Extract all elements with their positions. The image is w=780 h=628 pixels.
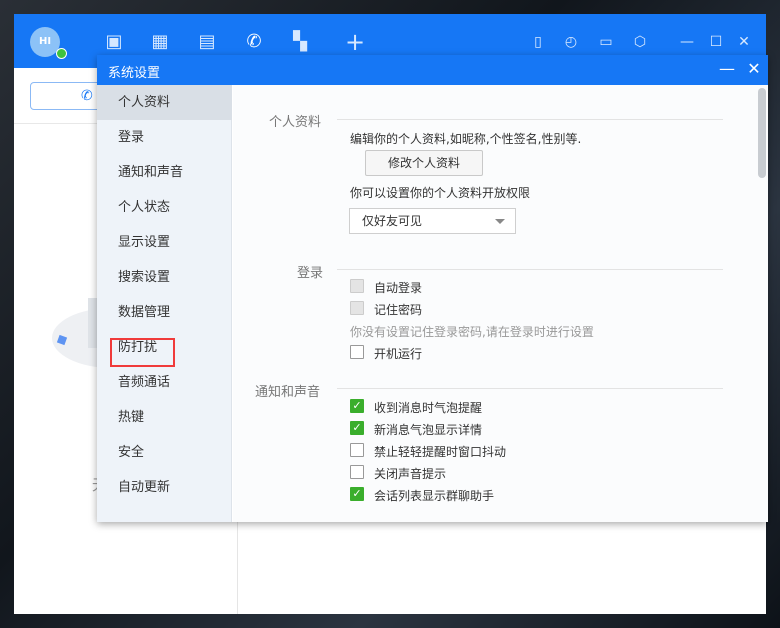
sidebar-item-login[interactable]: 登录	[97, 120, 232, 155]
sidebar-item-security[interactable]: 安全	[97, 435, 232, 470]
divider	[337, 388, 723, 389]
history-icon[interactable]: ◴	[562, 33, 580, 51]
startup-label: 开机运行	[374, 347, 423, 361]
option-label: 新消息气泡显示详情	[374, 423, 483, 437]
profile-desc: 编辑你的个人资料,如昵称,个性签名,性别等.	[350, 132, 582, 146]
login-hint: 你没有设置记住登录密码,请在登录时进行设置	[350, 325, 594, 339]
permission-select[interactable]: 仅好友可见	[349, 208, 516, 234]
permission-value: 仅好友可见	[362, 214, 423, 228]
edit-profile-button[interactable]: 修改个人资料	[365, 150, 483, 176]
calendar-icon[interactable]: ▦	[148, 30, 172, 54]
dialog-title: 系统设置	[108, 66, 161, 81]
sidebar-item-notify[interactable]: 通知和声音	[97, 155, 232, 190]
section-login: 登录	[297, 266, 324, 281]
divider	[337, 119, 723, 120]
sidebar-item-display[interactable]: 显示设置	[97, 225, 232, 260]
scrollbar[interactable]	[758, 88, 766, 178]
maximize-icon[interactable]: ☐	[707, 33, 725, 51]
sidebar-item-audio[interactable]: 音频通话	[97, 365, 232, 400]
bubble-detail-checkbox[interactable]: ✓	[350, 421, 364, 435]
remember-password-checkbox[interactable]	[350, 301, 364, 315]
mute-sound-checkbox[interactable]	[350, 465, 364, 479]
settings-content: 个人资料 编辑你的个人资料,如昵称,个性签名,性别等. 修改个人资料 你可以设置…	[233, 85, 768, 522]
online-status-icon	[56, 48, 67, 59]
close-icon[interactable]: ✕	[744, 59, 764, 79]
phone-icon[interactable]: ✆	[242, 30, 266, 54]
group-assistant-checkbox[interactable]: ✓	[350, 487, 364, 501]
sidebar-item-status[interactable]: 个人状态	[97, 190, 232, 225]
permission-label: 你可以设置你的个人资料开放权限	[350, 186, 531, 200]
add-icon[interactable]: +	[343, 30, 367, 54]
bookmark-icon[interactable]: ▯	[529, 33, 547, 51]
minimize-icon[interactable]: —	[678, 33, 696, 51]
option-label: 关闭声音提示	[374, 467, 447, 481]
dialog-titlebar: 系统设置 — ✕	[97, 55, 768, 85]
startup-checkbox[interactable]	[350, 345, 364, 359]
remember-password-label: 记住密码	[374, 303, 423, 317]
contacts-icon[interactable]: ▤	[195, 30, 219, 54]
sidebar-item-hotkey[interactable]: 热键	[97, 400, 232, 435]
settings-dialog: 系统设置 — ✕ 个人资料 登录 通知和声音 个人状态 显示设置 搜索设置 数据…	[97, 55, 768, 522]
apps-icon[interactable]: ▚	[288, 30, 312, 54]
bubble-alert-checkbox[interactable]: ✓	[350, 399, 364, 413]
no-shake-checkbox[interactable]	[350, 443, 364, 457]
chevron-down-icon	[495, 219, 505, 224]
minimize-icon[interactable]: —	[717, 59, 737, 79]
highlight-box	[110, 338, 175, 367]
sidebar-item-data[interactable]: 数据管理	[97, 295, 232, 330]
section-notify: 通知和声音	[255, 385, 321, 400]
sidebar-item-search[interactable]: 搜索设置	[97, 260, 232, 295]
option-label: 收到消息时气泡提醒	[374, 401, 483, 415]
sidebar-item-update[interactable]: 自动更新	[97, 470, 232, 505]
folder-icon[interactable]: ▭	[597, 33, 615, 51]
option-label: 会话列表显示群聊助手	[374, 489, 495, 503]
chat-icon[interactable]: ▣	[102, 30, 126, 54]
settings-sidebar: 个人资料 登录 通知和声音 个人状态 显示设置 搜索设置 数据管理 防打扰 音频…	[97, 85, 232, 522]
auto-login-label: 自动登录	[374, 281, 423, 295]
section-profile: 个人资料	[269, 115, 322, 130]
sidebar-item-profile[interactable]: 个人资料	[97, 85, 232, 120]
close-icon[interactable]: ✕	[735, 33, 753, 51]
auto-login-checkbox[interactable]	[350, 279, 364, 293]
option-label: 禁止轻轻提醒时窗口抖动	[374, 445, 507, 459]
divider	[337, 269, 723, 270]
settings-icon[interactable]: ⬡	[631, 33, 649, 51]
